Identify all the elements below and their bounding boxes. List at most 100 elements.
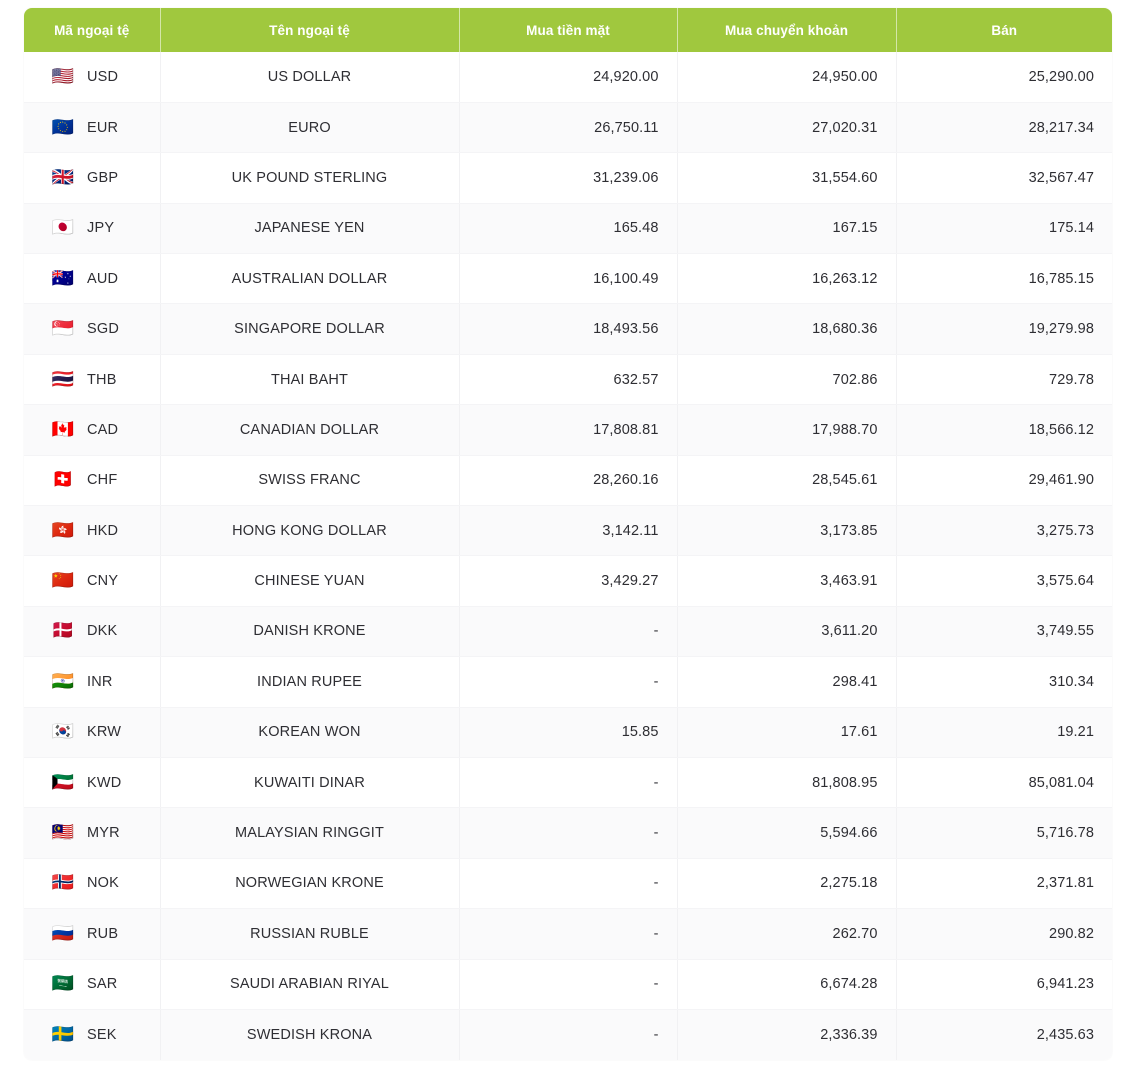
- currency-code-group: 🇸🇪SEK: [50, 1026, 142, 1044]
- table-row[interactable]: 🇺🇸USDUS DOLLAR24,920.0024,950.0025,290.0…: [24, 52, 1112, 102]
- cell-cash-buy-rate: -: [459, 1009, 677, 1059]
- table-row[interactable]: 🇮🇳INRINDIAN RUPEE-298.41310.34: [24, 657, 1112, 707]
- currency-code-group: 🇹🇭 THB: [50, 371, 142, 389]
- table-row[interactable]: 🇳🇴NOKNORWEGIAN KRONE-2,275.182,371.81: [24, 858, 1112, 908]
- flag-dk-icon: 🇩🇰: [50, 622, 76, 640]
- currency-code-group: 🇲🇾MYR: [50, 824, 142, 842]
- table-row[interactable]: 🇰🇼KWDKUWAITI DINAR-81,808.9585,081.04: [24, 757, 1112, 807]
- cell-sell-rate: 19,279.98: [896, 304, 1112, 354]
- table-row[interactable]: 🇭🇰HKDHONG KONG DOLLAR3,142.113,173.853,2…: [24, 506, 1112, 556]
- table-row[interactable]: 🇨🇭CHFSWISS FRANC28,260.1628,545.6129,461…: [24, 455, 1112, 505]
- cell-currency-code: 🇳🇴NOK: [24, 858, 160, 908]
- table-row[interactable]: 🇦🇺AUDAUSTRALIAN DOLLAR16,100.4916,263.12…: [24, 254, 1112, 304]
- cell-currency-code: 🇸🇪SEK: [24, 1009, 160, 1059]
- cell-transfer-buy-rate: 5,594.66: [677, 808, 896, 858]
- flag-th-icon: 🇹🇭: [50, 371, 76, 389]
- column-header-name[interactable]: Tên ngoại tệ: [160, 8, 459, 52]
- cell-currency-code: 🇰🇼KWD: [24, 757, 160, 807]
- cell-currency-name: US DOLLAR: [160, 52, 459, 102]
- cell-transfer-buy-rate: 16,263.12: [677, 254, 896, 304]
- table-row[interactable]: 🇸🇦SARSAUDI ARABIAN RIYAL-6,674.286,941.2…: [24, 959, 1112, 1009]
- flag-my-icon: 🇲🇾: [50, 824, 76, 842]
- currency-code-label: JPY: [87, 220, 114, 236]
- flag-au-icon: 🇦🇺: [50, 270, 76, 288]
- cell-sell-rate: 85,081.04: [896, 757, 1112, 807]
- currency-code-group: 🇨🇦 CAD: [50, 421, 142, 439]
- cell-cash-buy-rate: 31,239.06: [459, 153, 677, 203]
- cell-cash-buy-rate: -: [459, 657, 677, 707]
- cell-cash-buy-rate: 24,920.00: [459, 52, 677, 102]
- table-row[interactable]: 🇸🇪SEKSWEDISH KRONA-2,336.392,435.63: [24, 1009, 1112, 1059]
- table-row[interactable]: 🇨🇳CNYCHINESE YUAN3,429.273,463.913,575.6…: [24, 556, 1112, 606]
- cell-currency-name: NORWEGIAN KRONE: [160, 858, 459, 908]
- currency-code-label: HKD: [87, 523, 118, 539]
- cell-cash-buy-rate: 15.85: [459, 707, 677, 757]
- table-row[interactable]: 🇸🇬SGDSINGAPORE DOLLAR18,493.5618,680.361…: [24, 304, 1112, 354]
- currency-code-group: 🇸🇦SAR: [50, 975, 142, 993]
- currency-code-group: 🇨🇭CHF: [50, 471, 142, 489]
- currency-code-label: THB: [87, 372, 117, 388]
- cell-cash-buy-rate: 26,750.11: [459, 102, 677, 152]
- currency-code-group: 🇬🇧GBP: [50, 169, 142, 187]
- table-row[interactable]: 🇲🇾MYRMALAYSIAN RINGGIT-5,594.665,716.78: [24, 808, 1112, 858]
- cell-currency-code: 🇪🇺EUR: [24, 102, 160, 152]
- currency-code-label: CAD: [87, 422, 118, 438]
- cell-currency-code: 🇷🇺RUB: [24, 909, 160, 959]
- cell-cash-buy-rate: -: [459, 808, 677, 858]
- currency-code-group: 🇳🇴NOK: [50, 874, 142, 892]
- page-root: Mã ngoại tệTên ngoại tệMua tiền mặtMua c…: [0, 0, 1135, 1079]
- flag-sa-icon: 🇸🇦: [50, 975, 76, 993]
- table-body: 🇺🇸USDUS DOLLAR24,920.0024,950.0025,290.0…: [24, 52, 1112, 1060]
- table-row[interactable]: 🇯🇵JPYJAPANESE YEN165.48167.15175.14: [24, 203, 1112, 253]
- currency-code-label: INR: [87, 674, 113, 690]
- cell-transfer-buy-rate: 3,611.20: [677, 606, 896, 656]
- cell-cash-buy-rate: -: [459, 757, 677, 807]
- cell-cash-buy-rate: 632.57: [459, 354, 677, 404]
- table-row[interactable]: 🇰🇷KRWKOREAN WON15.8517.6119.21: [24, 707, 1112, 757]
- cell-sell-rate: 175.14: [896, 203, 1112, 253]
- cell-sell-rate: 310.34: [896, 657, 1112, 707]
- cell-currency-code: 🇹🇭 THB: [24, 354, 160, 404]
- currency-code-label: AUD: [87, 271, 118, 287]
- table-row[interactable]: 🇩🇰DKKDANISH KRONE-3,611.203,749.55: [24, 606, 1112, 656]
- cell-sell-rate: 290.82: [896, 909, 1112, 959]
- cell-sell-rate: 6,941.23: [896, 959, 1112, 1009]
- flag-ca-icon: 🇨🇦: [50, 421, 76, 439]
- currency-code-group: 🇰🇼KWD: [50, 774, 142, 792]
- cell-currency-code: 🇬🇧GBP: [24, 153, 160, 203]
- cell-transfer-buy-rate: 3,173.85: [677, 506, 896, 556]
- cell-transfer-buy-rate: 702.86: [677, 354, 896, 404]
- cell-sell-rate: 32,567.47: [896, 153, 1112, 203]
- cell-currency-code: 🇯🇵JPY: [24, 203, 160, 253]
- table-row[interactable]: 🇬🇧GBPUK POUND STERLING31,239.0631,554.60…: [24, 153, 1112, 203]
- table-row[interactable]: 🇪🇺EUREURO26,750.1127,020.3128,217.34: [24, 102, 1112, 152]
- table-row[interactable]: 🇷🇺RUBRUSSIAN RUBLE-262.70290.82: [24, 909, 1112, 959]
- column-header-transfer_buy[interactable]: Mua chuyển khoản: [677, 8, 896, 52]
- cell-currency-code: 🇲🇾MYR: [24, 808, 160, 858]
- cell-currency-code: 🇨🇭CHF: [24, 455, 160, 505]
- flag-no-icon: 🇳🇴: [50, 874, 76, 892]
- cell-currency-name: THAI BAHT: [160, 354, 459, 404]
- cell-transfer-buy-rate: 167.15: [677, 203, 896, 253]
- cell-currency-name: SAUDI ARABIAN RIYAL: [160, 959, 459, 1009]
- cell-transfer-buy-rate: 27,020.31: [677, 102, 896, 152]
- cell-currency-name: SINGAPORE DOLLAR: [160, 304, 459, 354]
- cell-transfer-buy-rate: 31,554.60: [677, 153, 896, 203]
- table-row[interactable]: 🇹🇭THBTHAI BAHT632.57702.86729.78: [24, 354, 1112, 404]
- cell-transfer-buy-rate: 298.41: [677, 657, 896, 707]
- column-header-code[interactable]: Mã ngoại tệ: [24, 8, 160, 52]
- cell-currency-name: MALAYSIAN RINGGIT: [160, 808, 459, 858]
- currency-code-label: KRW: [87, 724, 121, 740]
- cell-sell-rate: 28,217.34: [896, 102, 1112, 152]
- currency-code-label: DKK: [87, 623, 117, 639]
- cell-transfer-buy-rate: 28,545.61: [677, 455, 896, 505]
- column-header-sell[interactable]: Bán: [896, 8, 1112, 52]
- cell-currency-name: CANADIAN DOLLAR: [160, 405, 459, 455]
- column-header-cash_buy[interactable]: Mua tiền mặt: [459, 8, 677, 52]
- table-row[interactable]: 🇨🇦CADCANADIAN DOLLAR17,808.8117,988.7018…: [24, 405, 1112, 455]
- cell-transfer-buy-rate: 17,988.70: [677, 405, 896, 455]
- cell-cash-buy-rate: -: [459, 858, 677, 908]
- currency-code-group: 🇰🇷 KRW: [50, 723, 142, 741]
- flag-kr-icon: 🇰🇷: [50, 723, 76, 741]
- currency-code-group: 🇯🇵JPY: [50, 219, 142, 237]
